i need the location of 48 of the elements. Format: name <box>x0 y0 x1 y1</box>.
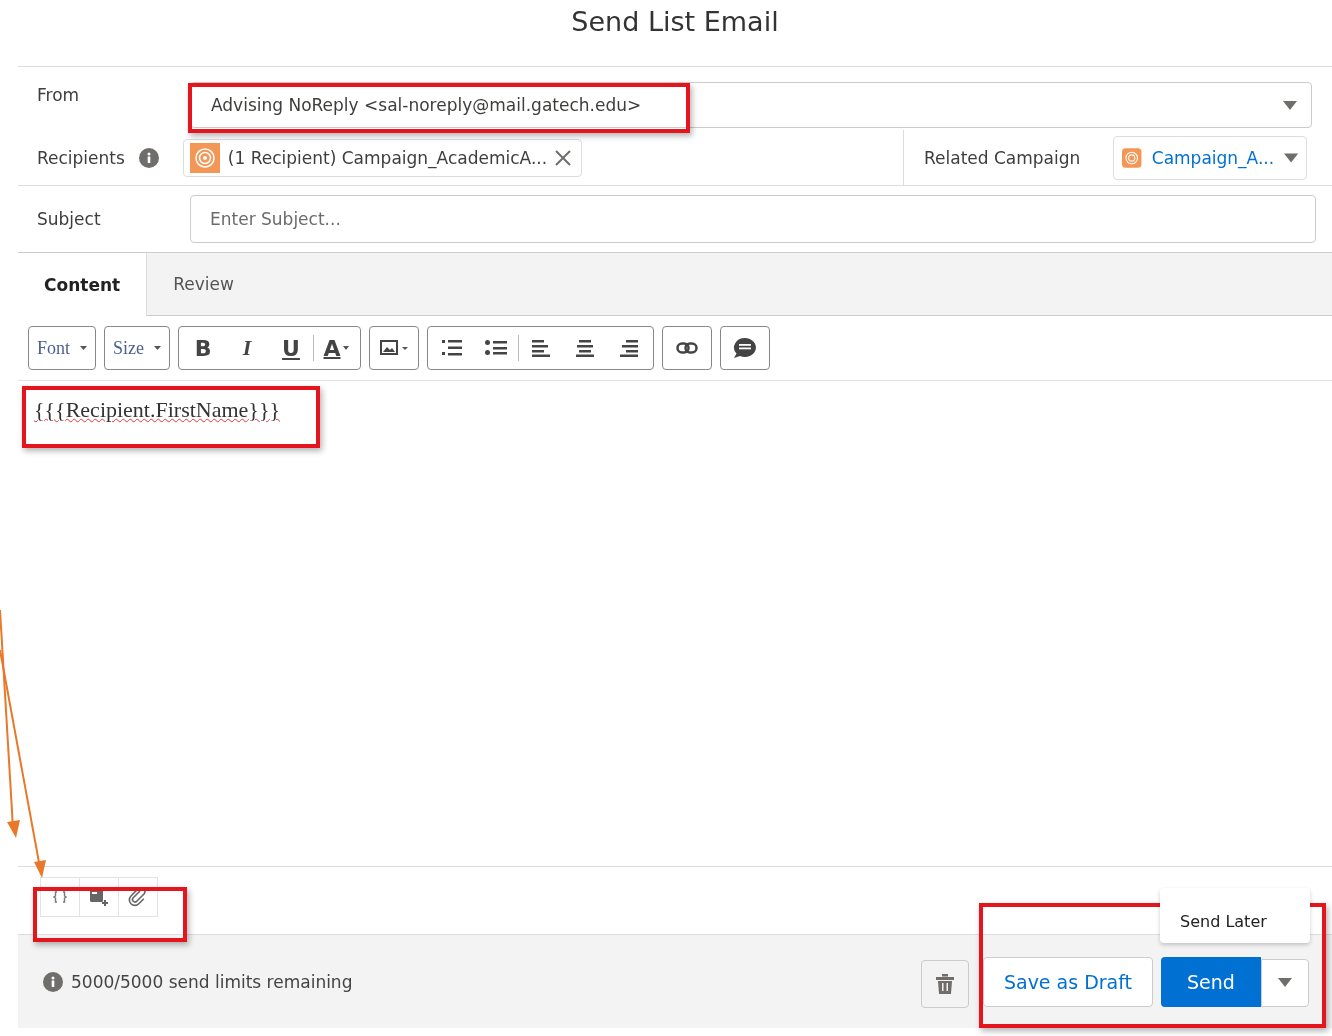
save-draft-button[interactable]: Save as Draft <box>983 956 1153 1007</box>
tab[interactable]: Content <box>18 253 148 316</box>
caret-icon <box>342 346 349 350</box>
bulleted-list-icon <box>485 340 507 356</box>
template-button[interactable] <box>79 877 119 917</box>
italic-button[interactable]: I <box>225 327 269 369</box>
send-options-button[interactable] <box>1261 958 1309 1007</box>
campaign-lookup[interactable]: Campaign_A... <box>1113 135 1308 180</box>
font-dropdown[interactable]: Font <box>28 326 96 370</box>
close-icon[interactable] <box>555 149 572 166</box>
underline-button[interactable]: U <box>269 327 313 369</box>
link-icon <box>676 342 698 354</box>
braces-icon <box>53 891 67 903</box>
text-color-button[interactable]: A <box>314 327 358 369</box>
delete-button[interactable] <box>921 959 969 1008</box>
caret-icon <box>1283 100 1297 110</box>
editor-area[interactable]: {{{Recipient.FirstName}}} <box>18 381 1332 867</box>
size-dropdown[interactable]: Size <box>104 326 170 370</box>
send-button[interactable]: Send <box>1161 956 1261 1007</box>
caret-icon <box>1278 978 1292 987</box>
target-icon <box>189 142 220 173</box>
recipient-pill[interactable]: (1 Recipient) Campaign_AcademicA... <box>182 138 583 177</box>
dialog-title: Send List Email <box>18 0 1332 67</box>
info-icon <box>43 971 63 992</box>
align-right-icon <box>620 339 638 357</box>
caret-icon <box>1284 152 1299 163</box>
speech-bubble-icon <box>733 337 757 359</box>
menu-item[interactable]: Send Later <box>1160 912 1310 931</box>
align-left-icon <box>532 339 550 357</box>
caret-icon <box>154 346 161 350</box>
align-center-icon <box>576 339 594 357</box>
merge-field-button[interactable] <box>40 877 80 917</box>
send-limits-text: 5000/5000 send limits remaining <box>71 971 353 992</box>
from-label: From <box>36 84 81 105</box>
trash-icon <box>936 973 954 994</box>
merge-field-text: {{{Recipient.FirstName}}} <box>34 397 281 422</box>
bold-button[interactable]: B <box>181 327 225 369</box>
related-campaign-label: Related Campaign <box>924 147 1081 168</box>
tab[interactable]: Review <box>147 253 260 315</box>
info-icon[interactable] <box>138 147 159 168</box>
recipients-label: Recipients <box>36 147 125 168</box>
subject-label: Subject <box>36 209 102 229</box>
target-icon <box>1122 146 1142 169</box>
caret-icon <box>80 346 87 350</box>
attach-button[interactable] <box>118 877 158 917</box>
subject-field[interactable]: Enter Subject... <box>190 195 1316 243</box>
numbered-list-icon <box>442 339 462 357</box>
image-icon <box>380 339 408 357</box>
